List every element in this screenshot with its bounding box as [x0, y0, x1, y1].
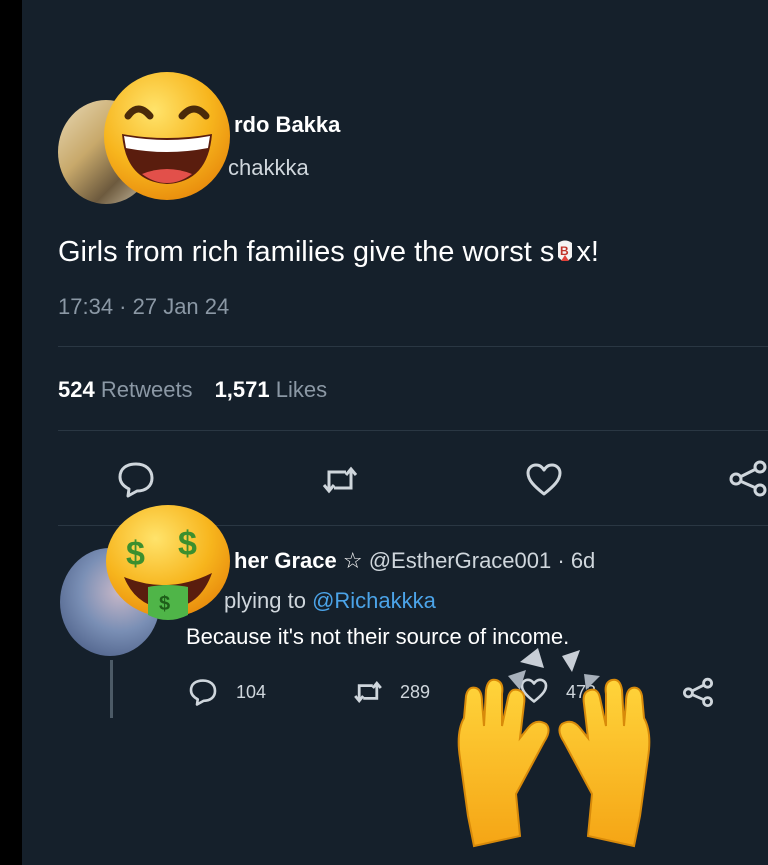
retweet-icon[interactable]: [320, 460, 360, 500]
likes-count: 1,571: [214, 377, 270, 402]
retweets-count: 524: [58, 377, 95, 402]
tweet-screen: rdo Bakka chakkka Girls from rich famili…: [22, 0, 768, 865]
reply-author-name[interactable]: her Grace: [234, 548, 337, 573]
thread-line: [110, 660, 113, 718]
svg-text:$: $: [126, 535, 145, 573]
heart-icon[interactable]: [524, 460, 564, 500]
divider: [58, 346, 768, 347]
reply-retweet-count: 289: [400, 682, 431, 702]
bee-emoji: B: [558, 240, 573, 261]
reply-comment-count: 104: [236, 682, 267, 702]
tweet-text-suffix: x!: [576, 236, 599, 268]
share-icon[interactable]: [728, 458, 768, 498]
svg-text:B: B: [560, 244, 569, 258]
reply-header: her Grace ☆ @EstherGrace001 · 6d: [234, 548, 595, 574]
author-handle[interactable]: chakkka: [228, 155, 309, 181]
tweet-text: Girls from rich families give the worst …: [58, 236, 599, 269]
retweets-stat[interactable]: 524 Retweets: [58, 377, 193, 402]
author-name[interactable]: rdo Bakka: [234, 112, 340, 138]
svg-text:$: $: [178, 525, 197, 563]
reply-retweet-icon[interactable]: [352, 676, 384, 708]
money-mouth-emoji: $ $ $: [106, 505, 230, 620]
replying-to-handle[interactable]: @Richakkka: [312, 588, 436, 613]
reply-share-icon[interactable]: [682, 676, 714, 708]
comment-icon[interactable]: [116, 458, 156, 498]
tweet-text-prefix: Girls from rich families give the worst …: [58, 236, 555, 268]
star-icon: ☆: [342, 548, 363, 573]
grinning-emoji: [104, 72, 230, 200]
likes-stat[interactable]: 1,571 Likes: [215, 377, 328, 402]
reply-comment-icon[interactable]: [188, 676, 218, 706]
likes-label: Likes: [275, 377, 328, 402]
replying-to: plying to @Richakkka: [224, 588, 436, 614]
svg-text:$: $: [159, 593, 170, 615]
divider: [58, 430, 768, 431]
reply-author-handle[interactable]: @EstherGrace001: [369, 548, 552, 573]
reply-age: · 6d: [557, 548, 596, 573]
replying-to-prefix: plying to: [224, 588, 306, 613]
tweet-timestamp[interactable]: 17:34 · 27 Jan 24: [58, 294, 229, 320]
tweet-stats: 524 Retweets 1,571 Likes: [58, 377, 327, 403]
retweets-label: Retweets: [100, 377, 193, 402]
raising-hands-emoji: [457, 648, 651, 848]
